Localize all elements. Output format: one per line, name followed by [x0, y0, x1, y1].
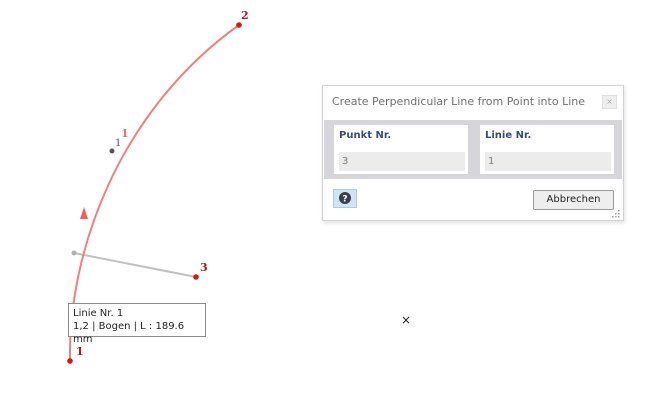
perpendicular-preview-line — [73, 252, 197, 278]
help-icon: ? — [339, 192, 351, 205]
point-number-input[interactable]: 3 — [339, 152, 465, 171]
node-2-label: 2 — [241, 9, 249, 22]
dialog-body: Punkt Nr. 3 Linie Nr. 1 — [324, 120, 622, 179]
arc-direction-arrow — [80, 207, 88, 219]
node-3-label: 3 — [200, 261, 208, 274]
line-number-card: Linie Nr. 1 — [480, 125, 614, 174]
tooltip-line-name: Linie Nr. 1 — [73, 308, 124, 319]
dialog-footer: ? Abbrechen — [324, 179, 622, 220]
cancel-button[interactable]: Abbrechen — [533, 190, 614, 210]
close-button[interactable]: × — [602, 95, 617, 109]
line-number-label: 1 — [121, 127, 129, 140]
midpoint-label: 1 — [115, 138, 122, 149]
perpendicular-foot-point — [71, 250, 77, 256]
tooltip-line-details: 1,2 | Bogen | L : 189.6 mm — [73, 321, 185, 345]
line-number-field-label: Linie Nr. — [485, 130, 532, 141]
node-3[interactable] — [193, 274, 199, 280]
node-2[interactable] — [236, 22, 242, 28]
dialog-title: Create Perpendicular Line from Point int… — [332, 95, 585, 108]
svg-text:?: ? — [342, 195, 347, 205]
arc-midpoint — [109, 148, 115, 154]
line-tooltip: Linie Nr. 1 1,2 | Bogen | L : 189.6 mm — [68, 303, 206, 345]
cursor-cross: × — [401, 313, 411, 327]
line-number-input[interactable]: 1 — [485, 152, 611, 171]
node-1[interactable] — [67, 358, 73, 364]
node-1-label: 1 — [76, 345, 84, 358]
point-number-card: Punkt Nr. 3 — [334, 125, 468, 174]
help-button[interactable]: ? — [333, 189, 357, 208]
perpendicular-line-dialog: Create Perpendicular Line from Point int… — [322, 85, 624, 221]
resize-grip-icon[interactable] — [612, 210, 620, 218]
point-number-label: Punkt Nr. — [339, 130, 392, 141]
